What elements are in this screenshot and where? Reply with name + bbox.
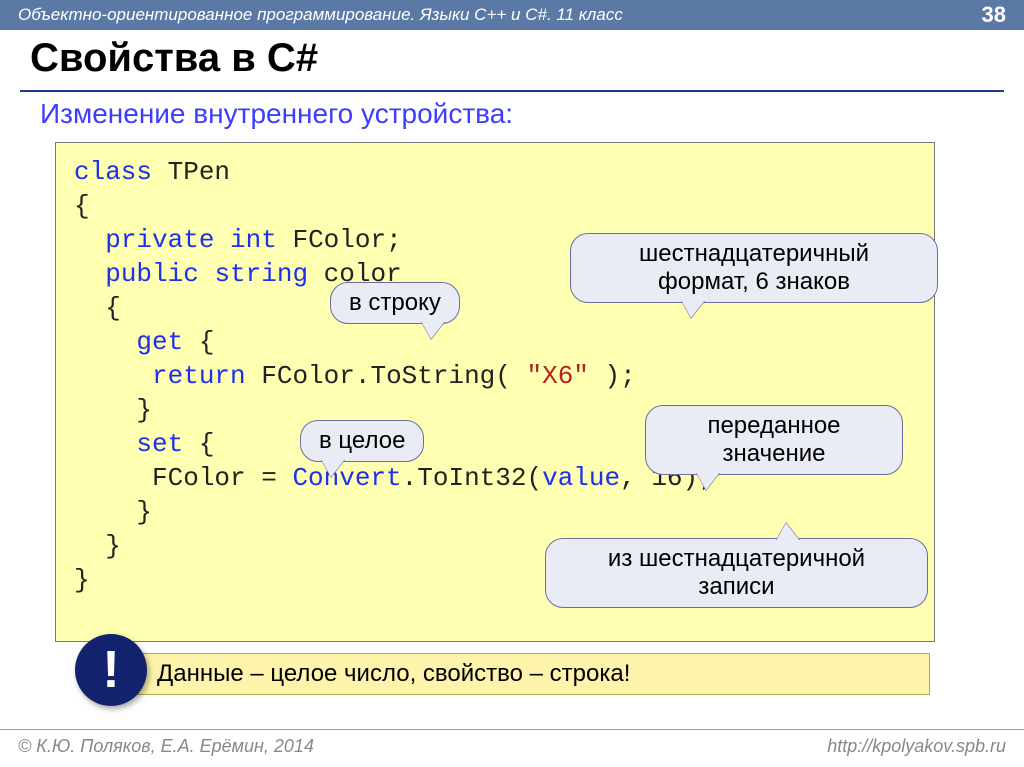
footer-left: © К.Ю. Поляков, Е.А. Ерёмин, 2014 <box>18 736 314 757</box>
note-bar: Данные – целое число, свойство – строка! <box>130 653 930 695</box>
note-text: Данные – целое число, свойство – строка! <box>157 660 630 688</box>
callout-to-int: в целое <box>300 420 424 462</box>
callout-passed-value: переданное значение <box>645 405 903 475</box>
subtitle: Изменение внутреннего устройства: <box>40 98 513 130</box>
title-underline <box>20 90 1004 92</box>
page-number: 38 <box>982 2 1006 28</box>
footer-right: http://kpolyakov.spb.ru <box>827 736 1006 757</box>
slide-title: Свойства в C# <box>30 36 318 81</box>
footer: © К.Ю. Поляков, Е.А. Ерёмин, 2014 http:/… <box>0 729 1024 767</box>
callout-to-string: в строку <box>330 282 460 324</box>
callout-hex-format: шестнадцатеричный формат, 6 знаков <box>570 233 938 303</box>
exclaim-icon: ! <box>75 634 147 706</box>
slide: Объектно-ориентированное программировани… <box>0 0 1024 767</box>
topbar: Объектно-ориентированное программировани… <box>0 0 1024 30</box>
subject-text: Объектно-ориентированное программировани… <box>18 5 623 25</box>
callout-from-hex: из шестнадцатеричной записи <box>545 538 928 608</box>
